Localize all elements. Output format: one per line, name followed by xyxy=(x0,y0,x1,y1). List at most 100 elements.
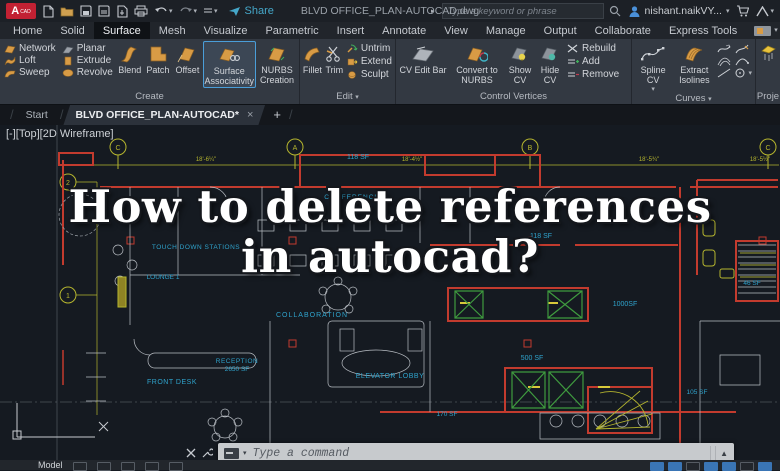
label-front-desk: FRONT DESK xyxy=(147,379,197,386)
panel-edit-footer[interactable]: Edit ▾ xyxy=(300,91,395,104)
nurbs-creation-button[interactable]: NURBS Creation xyxy=(256,41,298,86)
tab-collaborate[interactable]: Collaborate xyxy=(586,22,660,39)
revolve-icon xyxy=(62,68,74,78)
viewport-minimize-control[interactable]: [-] xyxy=(6,128,16,140)
save-as-icon[interactable] xyxy=(98,5,110,17)
extract-isolines-button[interactable]: Extract Isolines xyxy=(673,41,715,86)
offset-curve-icon[interactable] xyxy=(717,56,731,66)
offset-button[interactable]: Offset xyxy=(172,41,202,76)
recent-commands-caret-icon[interactable]: ▾ xyxy=(243,450,247,457)
blend-curve-icon[interactable] xyxy=(717,44,731,54)
hide-cv-button[interactable]: Hide CV xyxy=(535,41,565,86)
network-button[interactable]: Network xyxy=(4,43,56,54)
drawing-canvas[interactable]: [-] [Top] [2D Wireframe] C A B C 2 1 xyxy=(0,125,780,460)
cart-icon[interactable] xyxy=(736,5,749,17)
tab-annotate[interactable]: Annotate xyxy=(373,22,435,39)
viewport-visual-style-control[interactable]: [2D Wireframe] xyxy=(40,128,114,140)
tab-view[interactable]: View xyxy=(435,22,477,39)
blend-button[interactable]: Blend xyxy=(116,41,144,76)
panel-project-footer[interactable]: Proje xyxy=(756,91,780,104)
tab-manage[interactable]: Manage xyxy=(477,22,535,39)
line-icon[interactable] xyxy=(717,68,731,78)
command-input[interactable] xyxy=(251,446,707,461)
untrim-button[interactable]: Untrim xyxy=(347,43,392,54)
tab-express-tools[interactable]: Express Tools xyxy=(660,22,746,39)
plot-printer-icon[interactable] xyxy=(134,5,148,17)
command-customize-wrench-icon[interactable] xyxy=(201,447,213,459)
trim-button[interactable]: Trim xyxy=(324,41,345,76)
redo-caret-icon[interactable]: ▾ xyxy=(194,8,198,15)
open-folder-icon[interactable] xyxy=(60,5,74,17)
autocad-logo[interactable]: A CAD xyxy=(6,3,36,19)
project-geometry-button[interactable] xyxy=(757,41,779,66)
tab-visualize[interactable]: Visualize xyxy=(195,22,257,39)
extend-button[interactable]: Extend xyxy=(347,56,392,67)
new-file-icon[interactable] xyxy=(42,5,54,18)
redo-icon[interactable]: ▾ xyxy=(179,6,198,17)
planar-button[interactable]: Planar xyxy=(62,43,113,54)
spline-cv-button[interactable]: Spline CV ▾ xyxy=(633,41,673,93)
extrude-button[interactable]: Extrude xyxy=(62,55,113,66)
add-cv-button[interactable]: Add xyxy=(567,56,619,67)
viewport-controls: [-] [Top] [2D Wireframe] xyxy=(6,128,114,140)
save-icon[interactable] xyxy=(80,5,92,17)
tab-insert[interactable]: Insert xyxy=(328,22,374,39)
rebuild-button[interactable]: Rebuild xyxy=(567,43,619,54)
tab-output[interactable]: Output xyxy=(535,22,586,39)
blend-icon xyxy=(120,45,140,63)
panel-curves-footer[interactable]: Curves ▾ xyxy=(632,93,755,104)
ribbon: Network Planar Loft Extrude Sweep Revolv… xyxy=(0,39,780,105)
command-history-toggle-icon[interactable]: ▲ xyxy=(720,449,728,458)
ribbon-display-button[interactable]: ▾ xyxy=(754,22,778,39)
viewport-view-control[interactable]: [Top] xyxy=(16,128,40,140)
export-icon[interactable] xyxy=(116,5,128,18)
tab-surface[interactable]: Surface xyxy=(94,22,150,39)
user-account[interactable]: nishant.naikVY... ▾ xyxy=(628,5,730,18)
file-tab-start[interactable]: Start xyxy=(14,104,60,125)
command-divider xyxy=(715,446,716,460)
tab-solid[interactable]: Solid xyxy=(51,22,93,39)
tab-mesh[interactable]: Mesh xyxy=(150,22,195,39)
curve-pencil-icon[interactable] xyxy=(735,44,749,54)
command-bar[interactable]: ▾ ▲ xyxy=(218,443,734,460)
tab-home[interactable]: Home xyxy=(4,22,51,39)
logo-letter: A xyxy=(11,6,19,17)
panel-cv-footer[interactable]: Control Vertices xyxy=(396,91,631,104)
recent-commands-icon[interactable] xyxy=(224,448,239,459)
qat-customize-icon[interactable]: ▾ xyxy=(203,7,218,16)
sweep-button[interactable]: Sweep xyxy=(4,67,56,78)
extend-icon xyxy=(347,57,358,66)
convert-to-nurbs-button[interactable]: Convert to NURBS xyxy=(449,41,505,86)
panel-create-footer[interactable]: Create xyxy=(0,91,299,104)
circle-tool-button[interactable]: ▾ xyxy=(735,68,752,78)
arc-icon[interactable] xyxy=(735,56,749,66)
autodesk-logo-icon[interactable]: ▾ xyxy=(756,6,774,17)
sculpt-button[interactable]: Sculpt xyxy=(347,69,392,80)
cv-edit-bar-button[interactable]: CV Edit Bar xyxy=(397,41,449,76)
share-button[interactable]: Share xyxy=(228,5,274,17)
fillet-icon xyxy=(303,45,321,63)
command-close-icon[interactable] xyxy=(186,448,196,458)
surface-associativity-button[interactable]: Surface Associativity xyxy=(203,41,257,88)
model-tab[interactable]: Model xyxy=(38,461,63,470)
undo-caret-icon[interactable]: ▾ xyxy=(169,8,173,15)
cv-edit-bar-icon xyxy=(411,46,435,62)
show-cv-icon xyxy=(510,45,530,63)
qat-caret-icon: ▾ xyxy=(214,8,218,15)
svg-text:C: C xyxy=(765,145,770,152)
patch-icon xyxy=(148,45,168,63)
undo-icon[interactable]: ▾ xyxy=(154,6,173,17)
fillet-button[interactable]: Fillet xyxy=(301,41,324,76)
loft-button[interactable]: Loft xyxy=(4,55,56,66)
revolve-button[interactable]: Revolve xyxy=(62,67,113,78)
show-cv-button[interactable]: Show CV xyxy=(505,41,535,86)
ribbon-display-caret-icon: ▾ xyxy=(774,27,778,34)
remove-cv-button[interactable]: Remove xyxy=(567,69,619,80)
file-tab-document[interactable]: BLVD OFFICE_PLAN-AUTOCAD* × xyxy=(63,104,265,125)
svg-text:1: 1 xyxy=(66,293,70,300)
close-tab-icon[interactable]: × xyxy=(247,109,253,121)
tab-parametric[interactable]: Parametric xyxy=(256,22,327,39)
patch-button[interactable]: Patch xyxy=(144,41,173,76)
new-tab-button[interactable]: + xyxy=(265,104,289,125)
search-icon[interactable] xyxy=(609,5,621,17)
